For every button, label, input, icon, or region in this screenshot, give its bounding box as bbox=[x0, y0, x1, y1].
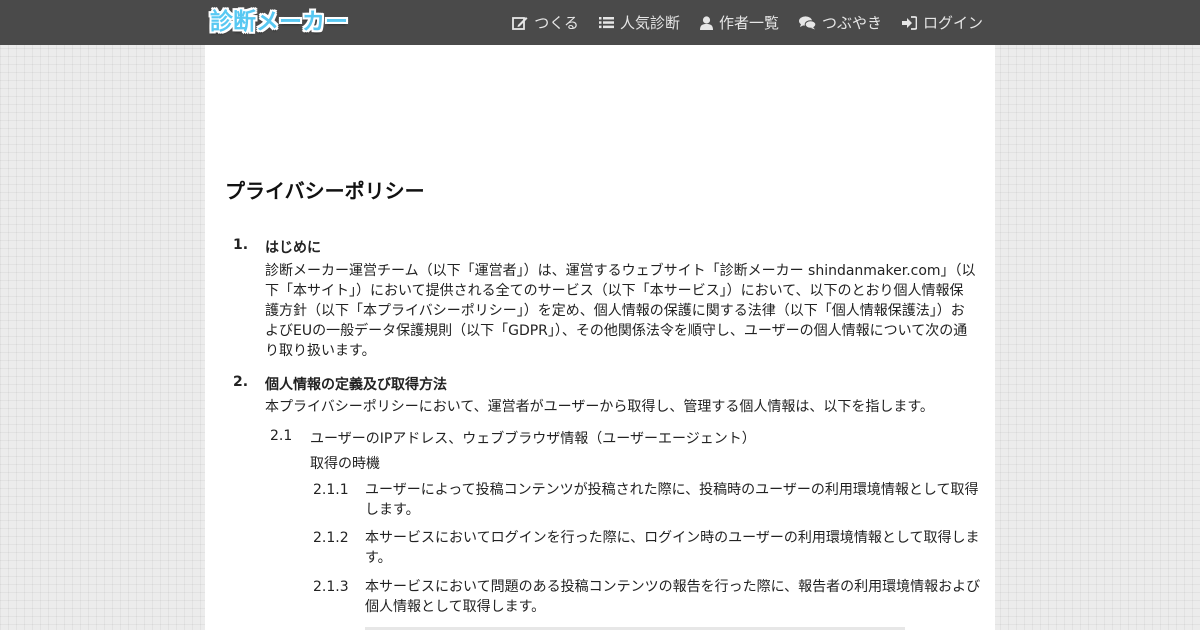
item-text: 本サービスにおいて問題のある投稿コンテンツの報告を行った際に、報告者の利用環境情… bbox=[365, 577, 985, 617]
paragraph-line: 診断メーカー運営チーム（以下「運営者」）は、運営するウェブサイト「診断メーカー … bbox=[265, 263, 976, 279]
edit-icon bbox=[512, 16, 528, 30]
nav-create[interactable]: つくる bbox=[512, 12, 579, 33]
paragraph-line: 護方針（以下「本プライバシーポリシー」）を定め、個人情報の保護に関する法律（以下… bbox=[265, 303, 965, 319]
item-text: 本サービスにおいてログインを行った際に、ログイン時のユーザーの利用環境情報として… bbox=[365, 528, 985, 568]
nav-label: 作者一覧 bbox=[718, 14, 779, 32]
user-icon bbox=[699, 15, 713, 30]
section-number: 1. bbox=[233, 237, 249, 253]
nav-label: つぶやき bbox=[821, 14, 882, 32]
item-line: 本サービスにおいてログインを行った際に、ログイン時のユーザーの利用環境情報として… bbox=[365, 530, 980, 546]
main-content: プライバシーポリシー 1. はじめに 診断メーカー運営チーム（以下「運営者」）は… bbox=[205, 45, 995, 630]
section-heading: 個人情報の定義及び取得方法 bbox=[265, 377, 447, 393]
section-number: 2. bbox=[233, 374, 249, 390]
item-number: 2.1.2 bbox=[313, 530, 349, 546]
list-icon bbox=[598, 17, 614, 29]
item-line: 本サービスにおいて問題のある投稿コンテンツの報告を行った際に、報告者の利用環境情… bbox=[365, 579, 981, 595]
item-text: ユーザーによって投稿コンテンツが投稿された際に、投稿時のユーザーの利用環境情報と… bbox=[365, 480, 985, 520]
item-number: 2.1.1 bbox=[313, 482, 349, 498]
paragraph-line: よびEUの一般データ保護規則（以下「GDPR」）、その他関係法令を順守し、ユーザ… bbox=[265, 323, 968, 339]
section-paragraph: 診断メーカー運営チーム（以下「運営者」）は、運営するウェブサイト「診断メーカー … bbox=[265, 261, 983, 361]
nav-label: 人気診断 bbox=[619, 14, 680, 32]
comments-icon bbox=[798, 15, 816, 29]
nav-label: つくる bbox=[534, 14, 579, 32]
subsection-number: 2.1 bbox=[270, 428, 293, 444]
item-line: します。 bbox=[365, 502, 420, 518]
nav-label: ログイン bbox=[922, 14, 983, 32]
section-heading: はじめに bbox=[265, 240, 321, 256]
timing-label: 取得の時機 bbox=[310, 456, 380, 472]
item-number: 2.1.3 bbox=[313, 579, 349, 595]
main-nav: つくる 人気診断 作者一覧 つぶやき ログイン bbox=[492, 0, 983, 45]
top-navbar: 診断メーカー つくる 人気診断 作者一覧 つぶやき ログイン bbox=[0, 0, 1200, 45]
page-title: プライバシーポリシー bbox=[225, 179, 425, 203]
subsection-text: ユーザーのIPアドレス、ウェブブラウザ情報（ユーザーエージェント） bbox=[310, 431, 756, 447]
paragraph-line: 下「本サイト」）において提供される全てのサービス（以下「本サービス」）において、… bbox=[265, 283, 964, 299]
item-line: す。 bbox=[365, 550, 392, 566]
nav-tweets[interactable]: つぶやき bbox=[798, 12, 882, 33]
item-line: ユーザーによって投稿コンテンツが投稿された際に、投稿時のユーザーの利用環境情報と… bbox=[365, 482, 979, 498]
nav-login[interactable]: ログイン bbox=[901, 12, 983, 33]
item-line: 個人情報として取得します。 bbox=[365, 599, 546, 615]
section-intro: 本プライバシーポリシーにおいて、運営者がユーザーから取得し、管理する個人情報は、… bbox=[265, 399, 934, 415]
nav-popular[interactable]: 人気診断 bbox=[598, 12, 680, 33]
sign-in-icon bbox=[901, 15, 917, 30]
site-logo[interactable]: 診断メーカー bbox=[210, 6, 348, 38]
nav-authors[interactable]: 作者一覧 bbox=[699, 12, 779, 33]
paragraph-line: り取り扱います。 bbox=[265, 343, 376, 359]
